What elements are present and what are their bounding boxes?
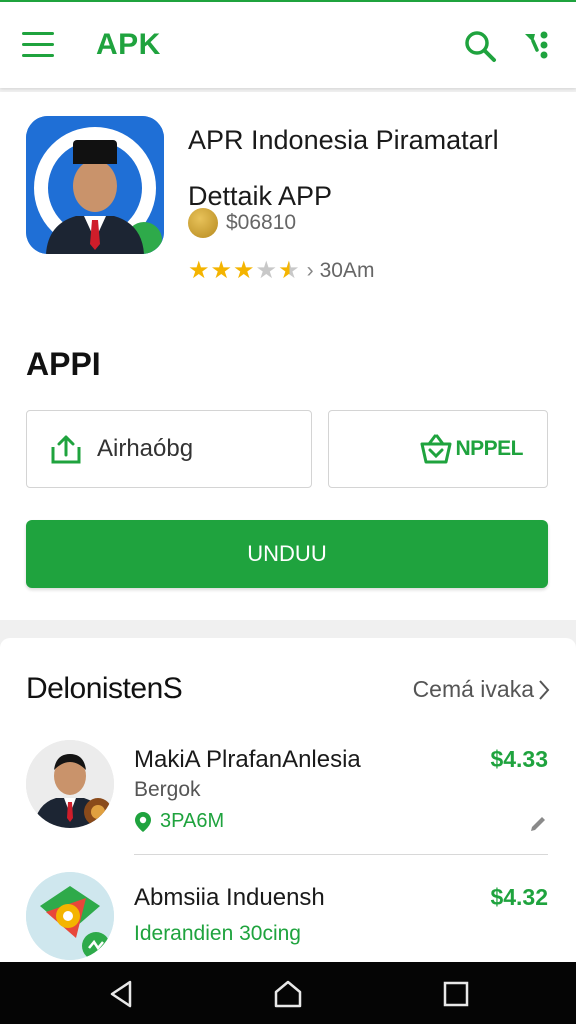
list-item-subtitle: Iderandien 30cing [134, 922, 301, 945]
list-heading: DelonistenS [26, 672, 183, 705]
option-right-button[interactable]: NPPEL [328, 410, 548, 488]
recents-square-icon[interactable] [440, 978, 472, 1010]
avatar [26, 740, 114, 828]
list-item-size-text: 3PA6M [160, 810, 225, 832]
coin-icon [188, 208, 218, 238]
list-item-price: $4.32 [490, 884, 548, 910]
list-item[interactable]: MakiA PlrafanAnlesia Bergok 3PA6M $4.33 [0, 734, 576, 864]
back-triangle-icon[interactable] [106, 978, 138, 1010]
app-icon[interactable] [26, 116, 164, 254]
list-item-title: Abmsiia Induensh [134, 884, 325, 911]
basket-icon [420, 434, 452, 464]
app-meta: $06810 [188, 208, 296, 238]
system-nav-bar [0, 962, 576, 1024]
edit-pencil-icon[interactable] [528, 814, 548, 834]
option-left-label: Airhaóbg [97, 435, 194, 462]
rating-text: 30Am [319, 258, 375, 282]
rating-stars-icon: ★★★★★ [188, 257, 301, 284]
see-all-label: Cemá ivaka [412, 676, 534, 702]
app-detail-card: APR Indonesia Piramatarl Dettaik APP $06… [0, 92, 576, 620]
hamburger-menu-icon[interactable] [22, 32, 56, 58]
location-pin-icon [135, 811, 151, 832]
download-button[interactable]: UNDUU [26, 520, 548, 588]
option-right-label: NPPEL [455, 437, 523, 460]
app-rating: ★★★★★ › 30Am [188, 257, 375, 284]
related-apps-card: DelonistenS Cemá ivaka MakiA PlrafanAnle… [0, 638, 576, 968]
list-item-title: MakiA PlrafanAnlesia [134, 746, 361, 773]
search-icon[interactable] [462, 28, 498, 64]
see-all-link[interactable]: Cemá ivaka [413, 676, 550, 703]
top-app-bar: APK [0, 0, 576, 88]
option-left-button[interactable]: Airhaóbg [26, 410, 312, 488]
app-meta-text: $06810 [226, 211, 297, 234]
brand-title: APK [96, 28, 161, 61]
section-title: APPI [26, 346, 101, 382]
filter-icon[interactable] [522, 28, 552, 64]
chevron-right-icon [539, 679, 550, 700]
list-item-subtitle: Bergok [134, 778, 201, 801]
list-item-size: 3PA6M [134, 810, 224, 833]
upload-icon [51, 435, 81, 464]
list-item-price: $4.33 [490, 746, 548, 772]
avatar [26, 872, 114, 960]
list-divider [134, 854, 548, 855]
home-icon[interactable] [272, 978, 304, 1010]
